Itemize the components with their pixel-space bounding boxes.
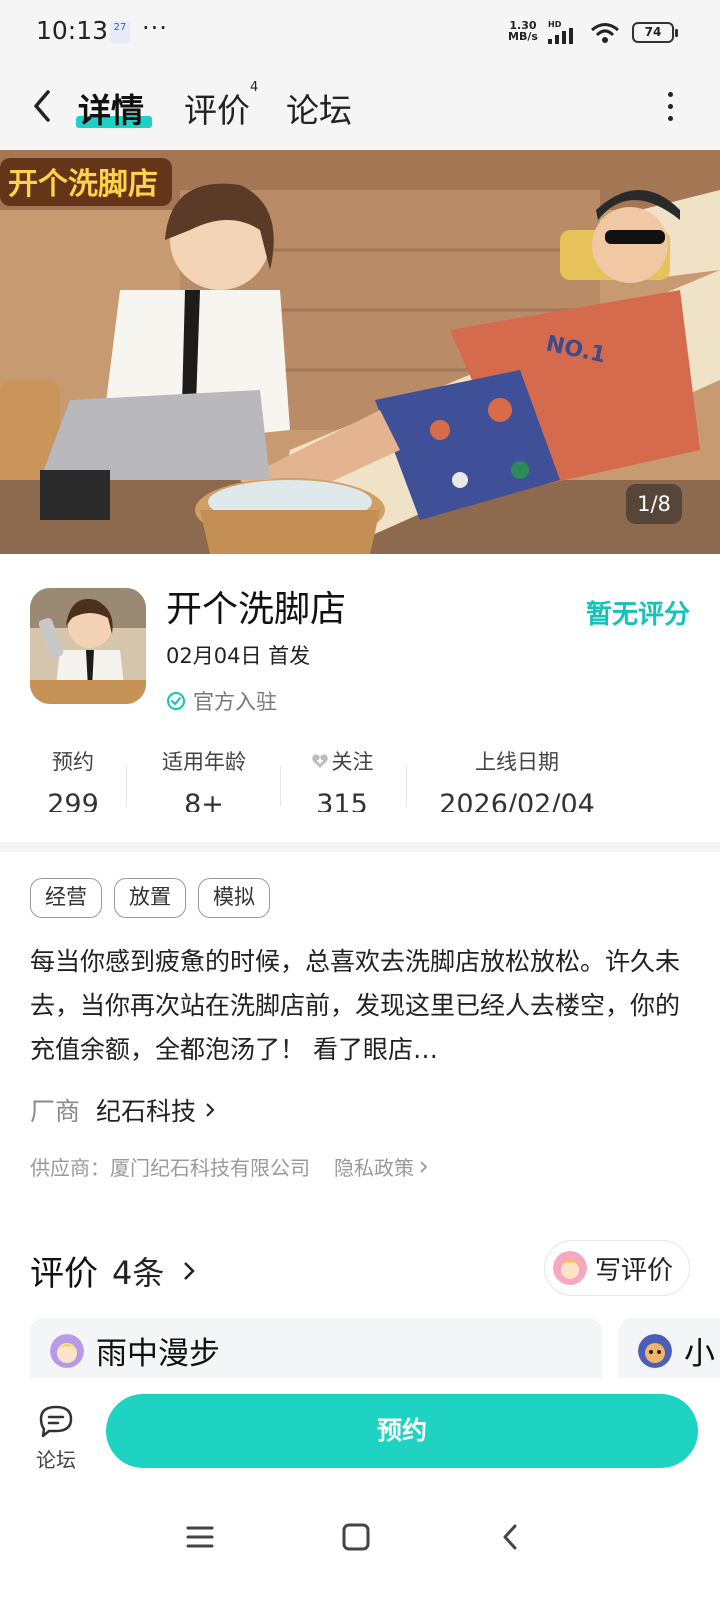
bottom-action-bar: 论坛 预约 xyxy=(0,1378,720,1486)
wifi-icon xyxy=(591,23,619,43)
vendor-link[interactable]: 厂商 纪石科技 xyxy=(30,1092,216,1128)
forum-button[interactable]: 论坛 xyxy=(30,1404,82,1473)
tag-chip[interactable]: 经营 xyxy=(30,878,102,918)
write-review-button[interactable]: 写评价 xyxy=(543,1240,690,1296)
supplier-info: 供应商：厦门纪石科技有限公司 隐私政策 xyxy=(30,1152,430,1181)
official-badge: 官方入驻 xyxy=(166,686,277,716)
system-navigation-bar xyxy=(0,1486,720,1600)
recent-apps-icon[interactable] xyxy=(186,1524,214,1550)
stat-divider xyxy=(406,766,407,806)
verified-check-icon xyxy=(167,692,185,710)
reviews-count: 4条 xyxy=(112,1253,165,1292)
more-notifications-icon: ··· xyxy=(142,14,168,42)
reviewer-avatar xyxy=(50,1333,84,1368)
stat-label: 预约 xyxy=(52,750,94,774)
banner-illustration: NO.1 xyxy=(0,150,720,554)
tab-reviews[interactable]: 评价 xyxy=(184,84,250,132)
back-icon[interactable] xyxy=(28,86,56,126)
forum-label: 论坛 xyxy=(36,1448,76,1472)
more-menu-icon[interactable] xyxy=(668,92,678,128)
network-speed-unit: MB/s xyxy=(508,30,538,43)
top-nav: 详情 评价 4 论坛 xyxy=(0,66,720,150)
stat-label: 关注 xyxy=(331,750,374,774)
tag-chip[interactable]: 放置 xyxy=(114,878,186,918)
app-name: 开个洗脚店 xyxy=(166,589,347,630)
stat-age: 适用年龄 8+ xyxy=(146,746,262,812)
chevron-right-icon xyxy=(184,1261,196,1280)
official-label: 官方入驻 xyxy=(193,690,277,714)
game-description[interactable]: 每当你感到疲惫的时候，总喜欢去洗脚店放松放松。许久未去，当你再次站在洗脚店前，发… xyxy=(30,940,694,1072)
stat-label: 上线日期 xyxy=(475,750,559,774)
tab-details[interactable]: 详情 xyxy=(78,84,144,132)
release-info: 02月04日 首发 xyxy=(166,644,311,668)
write-review-label: 写评价 xyxy=(594,1255,673,1286)
tag-chip[interactable]: 模拟 xyxy=(198,878,270,918)
stats-row: 预约 299 适用年龄 8+ 关注 315 上线日期 2026/02/04 xyxy=(0,746,720,820)
reviews-title: 评价 xyxy=(30,1254,98,1294)
user-avatar xyxy=(552,1251,587,1285)
review-card[interactable]: 雨中漫步 xyxy=(30,1318,602,1378)
vendor-label: 厂商 xyxy=(30,1097,81,1126)
tag-list: 经营 放置 模拟 xyxy=(30,878,270,918)
reviewer-name: 小 xyxy=(684,1336,715,1372)
stat-followers: 关注 315 xyxy=(296,746,388,812)
status-bar: 10:13 27 ··· 1.30 MB/s HD 74 xyxy=(0,0,720,66)
vendor-name: 纪石科技 xyxy=(96,1097,197,1126)
reviews-header[interactable]: 评价 4条 xyxy=(30,1246,196,1295)
stat-divider xyxy=(280,766,281,806)
reviewer-name: 雨中漫步 xyxy=(96,1336,220,1372)
stat-reservations: 预约 299 xyxy=(28,746,118,812)
app-icon xyxy=(30,588,146,704)
game-logo: 开个洗脚店 xyxy=(0,158,172,206)
chevron-right-icon xyxy=(420,1160,428,1173)
chevron-right-icon xyxy=(206,1103,215,1117)
stat-value: 299 xyxy=(47,790,99,812)
stat-divider xyxy=(126,766,127,806)
stat-value: 315 xyxy=(316,790,368,812)
privacy-policy-label: 隐私政策 xyxy=(334,1156,414,1180)
gallery-counter: 1/8 xyxy=(626,484,682,524)
reviewer: 小 xyxy=(638,1328,715,1373)
reviewer-avatar xyxy=(638,1333,672,1368)
tab-reviews-badge: 4 xyxy=(250,80,259,95)
reviewer: 雨中漫步 xyxy=(50,1328,220,1373)
tab-forum[interactable]: 论坛 xyxy=(286,84,352,132)
screenshot-gallery[interactable]: NO.1 开个洗脚店 1/8 xyxy=(0,150,720,554)
home-icon[interactable] xyxy=(342,1522,370,1552)
stat-value: 8+ xyxy=(184,790,224,812)
battery-icon: 74 xyxy=(632,22,678,43)
forum-chat-icon xyxy=(39,1405,73,1438)
system-back-icon[interactable] xyxy=(500,1522,520,1552)
stat-label: 适用年龄 xyxy=(162,750,246,774)
section-divider xyxy=(0,842,720,852)
status-time: 10:13 xyxy=(36,16,109,45)
reserve-button[interactable]: 预约 xyxy=(106,1394,698,1468)
signal-icon xyxy=(548,28,573,44)
calendar-notification-icon: 27 xyxy=(110,21,130,43)
review-card[interactable]: 小 xyxy=(618,1318,720,1378)
stat-value: 2026/02/04 xyxy=(439,790,595,812)
privacy-policy-link[interactable]: 隐私政策 xyxy=(334,1152,430,1181)
rating-score: 暂无评分 xyxy=(585,600,690,630)
stat-release-date: 上线日期 2026/02/04 xyxy=(422,746,612,812)
heart-plus-icon xyxy=(311,754,328,768)
network-speed: 1.30 MB/s xyxy=(508,20,538,42)
supplier-text: 供应商：厦门纪石科技有限公司 xyxy=(30,1156,310,1180)
logo-text: 开个洗脚店 xyxy=(8,167,158,202)
